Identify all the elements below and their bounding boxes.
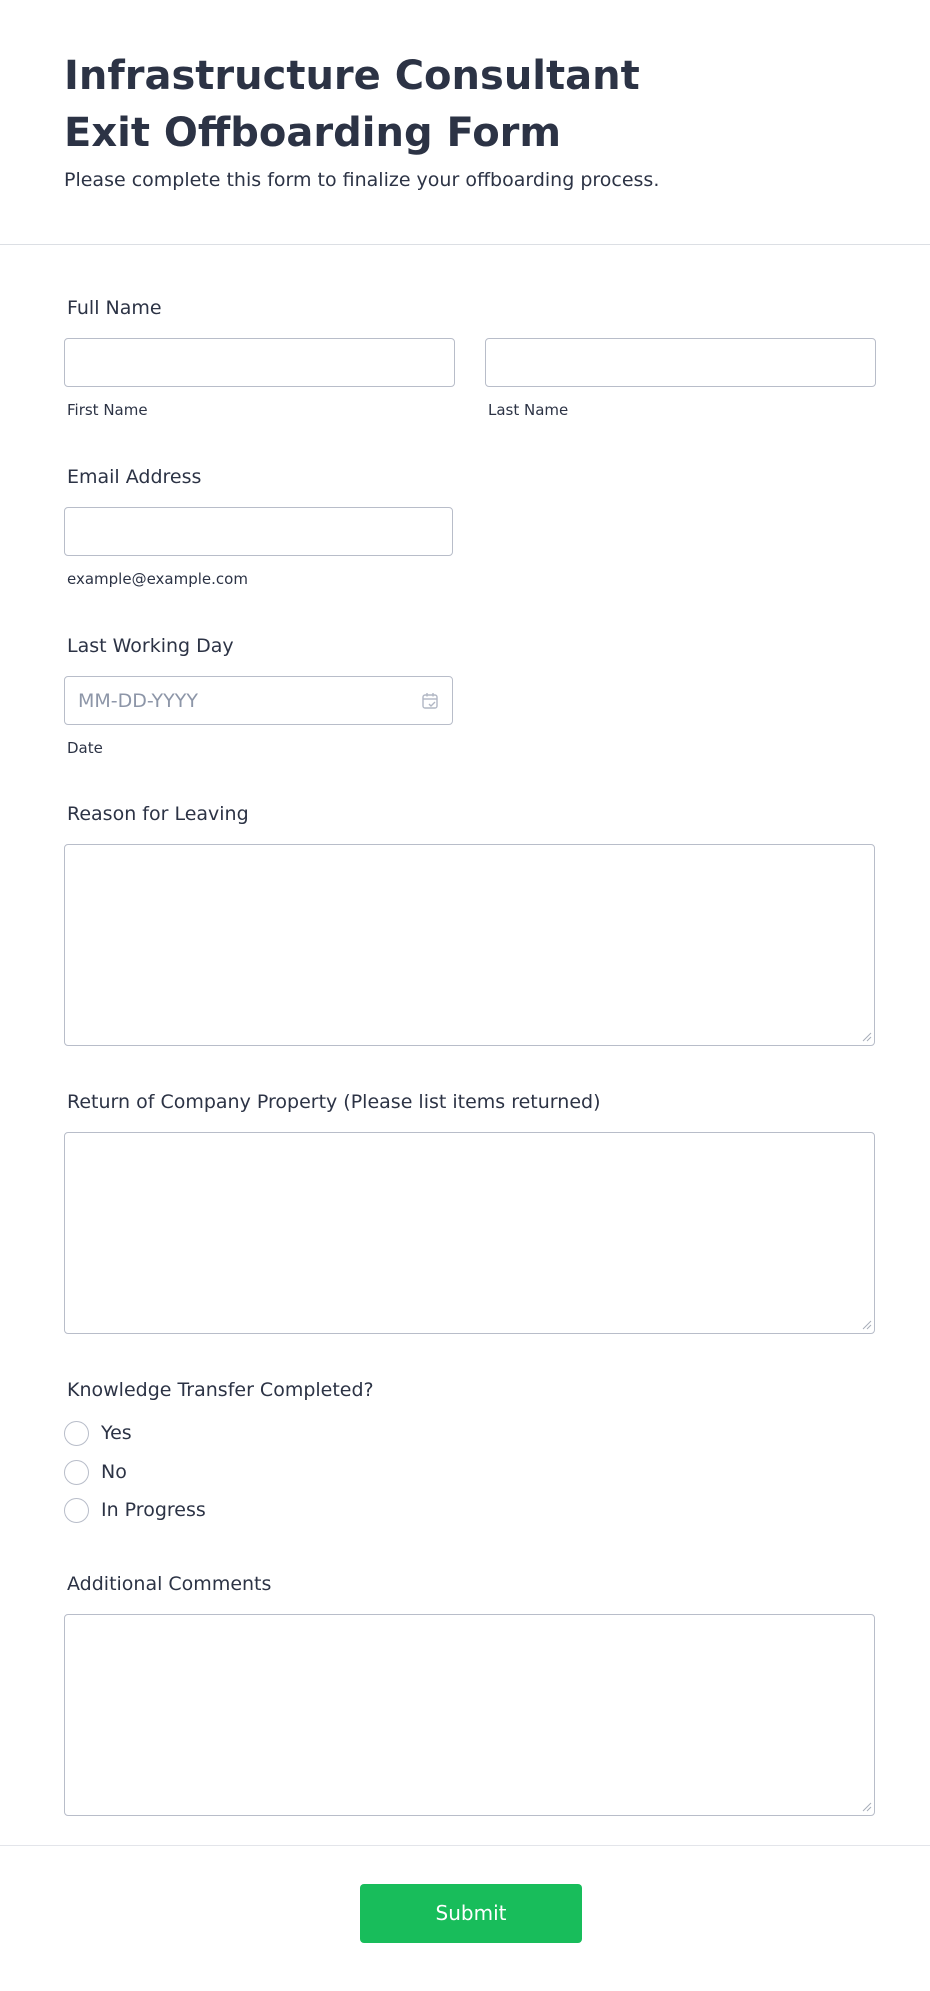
comments-label: Additional Comments [67, 1573, 272, 1595]
form-header: Infrastructure Consultant Exit Offboardi… [0, 0, 930, 245]
full-name-label: Full Name [67, 297, 162, 319]
form-subtitle: Please complete this form to finalize yo… [64, 169, 660, 191]
footer-divider [0, 1845, 930, 1846]
last-name-input[interactable] [485, 338, 876, 387]
reason-textarea[interactable] [64, 844, 875, 1046]
property-textarea[interactable] [64, 1132, 875, 1334]
email-sublabel: example@example.com [67, 570, 248, 588]
first-name-sublabel: First Name [67, 401, 148, 419]
email-label: Email Address [67, 466, 202, 488]
resize-grip-icon[interactable] [862, 1320, 872, 1330]
radio-button[interactable] [64, 1497, 89, 1523]
radio-label: In Progress [101, 1499, 206, 1521]
radio-label: No [101, 1461, 127, 1483]
radio-option-in-progress[interactable]: In Progress [64, 1497, 206, 1523]
resize-grip-icon[interactable] [862, 1802, 872, 1812]
date-input[interactable]: MM-DD-YYYY [64, 676, 453, 725]
submit-button[interactable]: Submit [360, 1884, 582, 1943]
radio-button[interactable] [64, 1420, 89, 1446]
radio-button[interactable] [64, 1459, 89, 1485]
offboarding-form-page: Infrastructure Consultant Exit Offboardi… [0, 0, 930, 1991]
email-field[interactable] [64, 507, 453, 556]
form-title: Infrastructure Consultant Exit Offboardi… [64, 53, 640, 156]
radio-option-yes[interactable]: Yes [64, 1420, 132, 1446]
resize-grip-icon[interactable] [862, 1032, 872, 1042]
first-name-input[interactable] [64, 338, 455, 387]
property-label: Return of Company Property (Please list … [67, 1091, 601, 1113]
date-sublabel: Date [67, 739, 103, 757]
knowledge-transfer-label: Knowledge Transfer Completed? [67, 1379, 374, 1401]
date-placeholder: MM-DD-YYYY [78, 690, 198, 712]
radio-label: Yes [101, 1422, 132, 1444]
reason-label: Reason for Leaving [67, 803, 249, 825]
last-working-day-label: Last Working Day [67, 635, 234, 657]
comments-textarea[interactable] [64, 1614, 875, 1816]
radio-option-no[interactable]: No [64, 1459, 127, 1485]
last-name-sublabel: Last Name [488, 401, 569, 419]
calendar-icon[interactable] [421, 692, 439, 710]
